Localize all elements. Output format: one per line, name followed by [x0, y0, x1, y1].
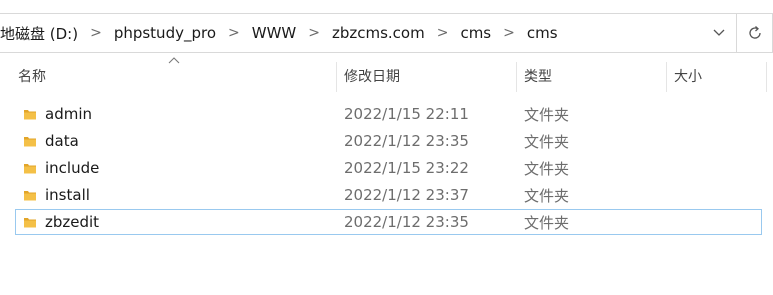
- refresh-icon: [748, 26, 761, 39]
- breadcrumb-item-www[interactable]: WWW: [252, 24, 297, 42]
- column-divider[interactable]: [666, 62, 667, 92]
- file-row-data[interactable]: data 2022/1/12 23:35 文件夹: [15, 128, 762, 154]
- column-header-type[interactable]: 类型: [524, 58, 666, 94]
- file-modified: 2022/1/12 23:35: [344, 213, 469, 231]
- refresh-button[interactable]: [737, 13, 773, 53]
- column-header-name-label: 名称: [18, 69, 46, 85]
- file-name: include: [45, 159, 100, 177]
- file-row-zbzedit[interactable]: zbzedit 2022/1/12 23:35 文件夹: [15, 209, 762, 235]
- column-header-modified-label: 修改日期: [344, 69, 400, 85]
- column-divider[interactable]: [336, 62, 337, 92]
- breadcrumb-item-cms[interactable]: cms: [460, 24, 491, 42]
- file-row-include[interactable]: include 2022/1/15 23:22 文件夹: [15, 155, 762, 181]
- column-header-row: 名称 修改日期 类型 大小: [0, 58, 773, 94]
- breadcrumb-separator[interactable]: >: [437, 25, 449, 41]
- file-row-admin[interactable]: admin 2022/1/15 22:11 文件夹: [15, 101, 762, 127]
- file-type: 文件夹: [524, 132, 570, 151]
- column-header-size-label: 大小: [674, 69, 702, 85]
- column-header-type-label: 类型: [524, 69, 552, 85]
- file-name: install: [45, 186, 90, 204]
- file-name: data: [45, 132, 79, 150]
- breadcrumb-item-drive[interactable]: 地磁盘 (D:): [0, 23, 78, 44]
- folder-icon: [24, 191, 36, 201]
- breadcrumb: 地磁盘 (D:) > phpstudy_pro > WWW > zbzcms.c…: [0, 14, 558, 52]
- file-modified: 2022/1/15 22:11: [344, 105, 469, 123]
- column-divider[interactable]: [766, 62, 767, 92]
- breadcrumb-item-cms-current[interactable]: cms: [527, 24, 558, 42]
- file-modified: 2022/1/15 23:22: [344, 159, 469, 177]
- breadcrumb-separator[interactable]: >: [228, 25, 240, 41]
- folder-icon: [24, 164, 36, 174]
- column-header-modified[interactable]: 修改日期: [344, 58, 516, 94]
- address-bar[interactable]: 地磁盘 (D:) > phpstudy_pro > WWW > zbzcms.c…: [0, 13, 737, 53]
- folder-icon: [24, 110, 36, 120]
- file-type: 文件夹: [524, 213, 570, 232]
- file-name: admin: [45, 105, 92, 123]
- breadcrumb-separator[interactable]: >: [90, 25, 102, 41]
- file-type: 文件夹: [524, 186, 570, 205]
- file-type: 文件夹: [524, 159, 570, 178]
- file-modified: 2022/1/12 23:35: [344, 132, 469, 150]
- breadcrumb-item-phpstudy[interactable]: phpstudy_pro: [114, 24, 216, 42]
- column-divider[interactable]: [516, 62, 517, 92]
- file-name: zbzedit: [45, 213, 100, 231]
- file-row-install[interactable]: install 2022/1/12 23:37 文件夹: [15, 182, 762, 208]
- file-modified: 2022/1/12 23:37: [344, 186, 469, 204]
- folder-icon: [24, 218, 36, 228]
- chevron-down-icon: [713, 29, 725, 36]
- file-type: 文件夹: [524, 105, 570, 124]
- column-header-name[interactable]: 名称: [18, 58, 336, 94]
- folder-icon: [24, 137, 36, 147]
- column-header-size[interactable]: 大小: [674, 58, 764, 94]
- empty-list-area[interactable]: [0, 238, 773, 295]
- address-history-dropdown[interactable]: [702, 14, 736, 52]
- breadcrumb-item-zbzcms[interactable]: zbzcms.com: [332, 24, 425, 42]
- breadcrumb-separator[interactable]: >: [308, 25, 320, 41]
- breadcrumb-separator[interactable]: >: [503, 25, 515, 41]
